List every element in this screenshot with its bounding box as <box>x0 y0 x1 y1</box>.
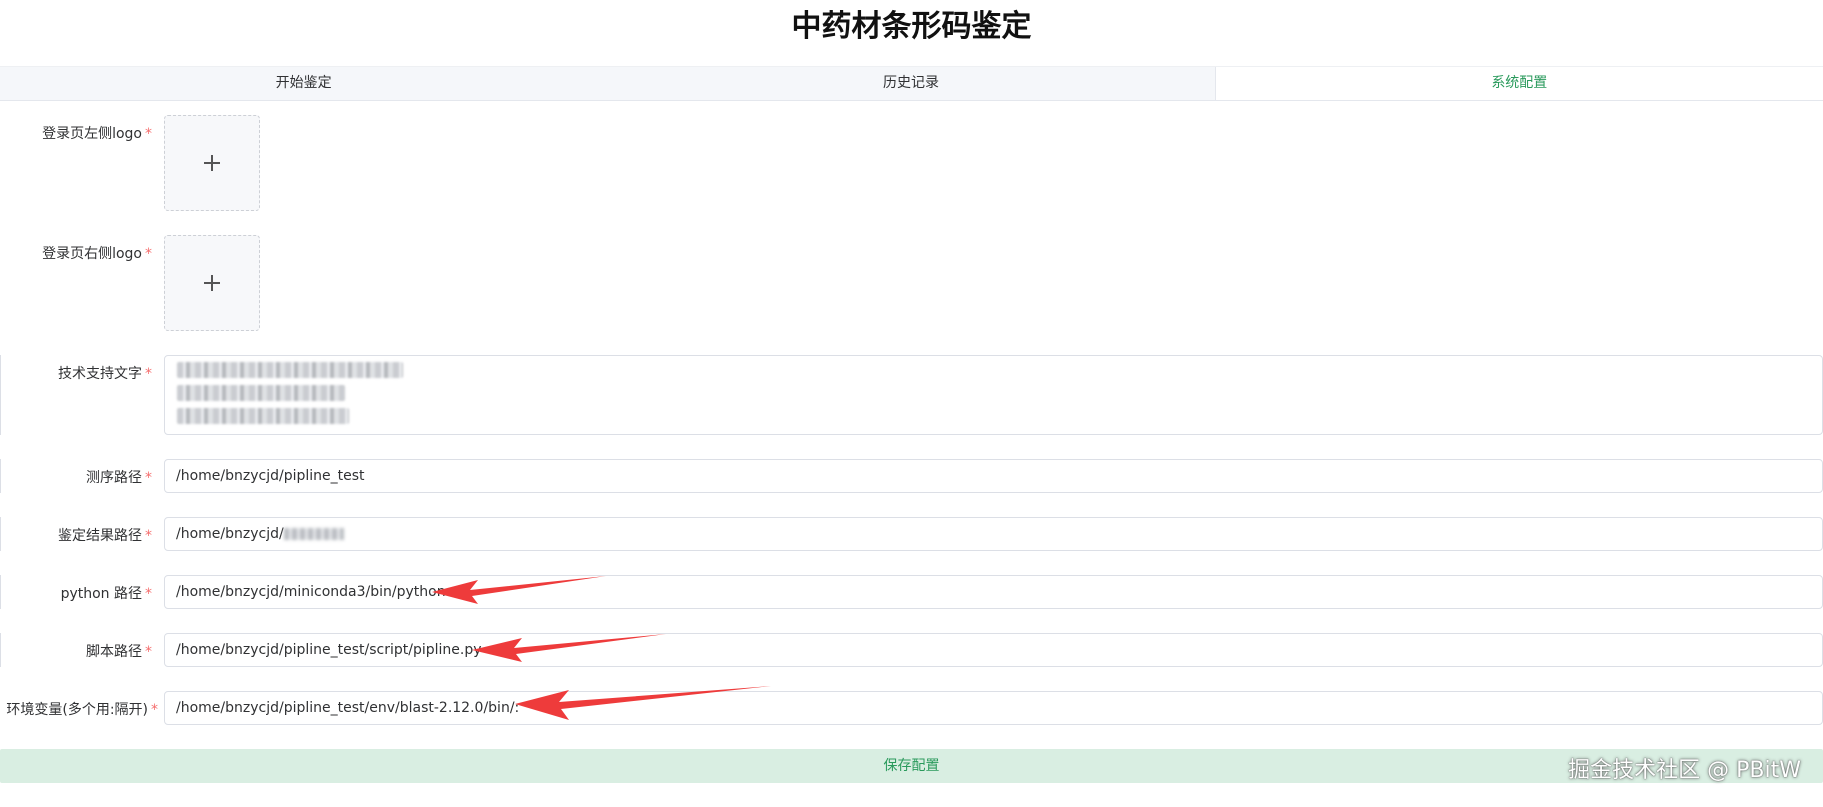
blurred-text <box>177 362 403 378</box>
env-label: 环境变量(多个用:隔开) * <box>0 699 158 719</box>
required-mark: * <box>145 586 152 602</box>
support-text-label-text: 技术支持文字 <box>58 366 142 382</box>
right-logo-uploader[interactable] <box>164 235 260 331</box>
env-input[interactable]: /home/bnzycjd/pipline_test/env/blast-2.1… <box>164 691 1823 725</box>
required-mark: * <box>145 246 152 262</box>
required-mark: * <box>145 366 152 382</box>
page-title: 中药材条形码鉴定 <box>791 9 1032 44</box>
python-path-label-text: python 路径 <box>60 586 142 602</box>
blurred-text <box>283 528 344 540</box>
script-path-label: 脚本路径 * <box>0 641 152 661</box>
required-mark: * <box>145 644 152 660</box>
required-mark: * <box>145 470 152 486</box>
tab-history[interactable]: 历史记录 <box>607 67 1214 100</box>
watermark: 掘金技术社区 @ PBitW <box>1568 758 1801 783</box>
script-path-input[interactable]: /home/bnzycjd/pipline_test/script/piplin… <box>164 633 1823 667</box>
support-text-label: 技术支持文字 * <box>0 363 152 383</box>
left-logo-uploader[interactable] <box>164 115 260 211</box>
blurred-text <box>177 408 349 424</box>
tab-bar: 开始鉴定 历史记录 系统配置 <box>0 66 1823 101</box>
result-path-input[interactable]: /home/bnzycjd/ <box>164 517 1823 551</box>
right-logo-label: 登录页右侧logo * <box>0 243 152 263</box>
sequence-path-label: 测序路径 * <box>0 467 152 487</box>
python-path-label: python 路径 * <box>0 583 152 603</box>
support-text-textarea[interactable] <box>164 355 1823 435</box>
sequence-path-label-text: 测序路径 <box>86 470 142 486</box>
result-path-label-text: 鉴定结果路径 <box>58 528 142 544</box>
required-mark: * <box>145 126 152 142</box>
plus-icon <box>204 275 220 291</box>
left-logo-label: 登录页左侧logo * <box>0 123 152 143</box>
blurred-text <box>177 385 345 401</box>
required-mark: * <box>145 528 152 544</box>
tab-start-identification[interactable]: 开始鉴定 <box>0 67 607 100</box>
sequence-path-input[interactable]: /home/bnzycjd/pipline_test <box>164 459 1823 493</box>
script-path-label-text: 脚本路径 <box>86 644 142 660</box>
right-logo-label-text: 登录页右侧logo <box>42 246 142 262</box>
plus-icon <box>204 155 220 171</box>
python-path-input[interactable]: /home/bnzycjd/miniconda3/bin/python <box>164 575 1823 609</box>
tab-system-config[interactable]: 系统配置 <box>1214 67 1823 100</box>
result-path-label: 鉴定结果路径 * <box>0 525 152 545</box>
result-path-value: /home/bnzycjd/ <box>176 526 284 542</box>
save-config-button[interactable]: 保存配置 <box>0 749 1823 783</box>
env-label-text: 环境变量(多个用:隔开) <box>6 702 148 718</box>
required-mark: * <box>151 702 158 718</box>
left-logo-label-text: 登录页左侧logo <box>42 126 142 142</box>
